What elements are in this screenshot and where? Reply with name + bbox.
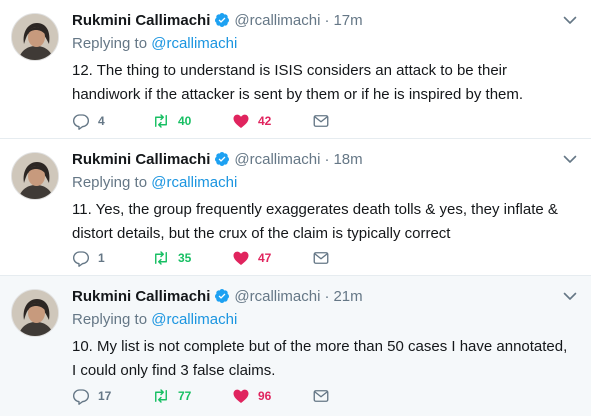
verified-badge-icon bbox=[214, 288, 230, 304]
chevron-down-icon[interactable] bbox=[562, 151, 578, 167]
separator-dot: · bbox=[324, 11, 330, 29]
tweet-header: Rukmini Callimachi @rcallimachi · 21m bbox=[72, 286, 363, 306]
replying-to: Replying to @rcallimachi bbox=[72, 35, 237, 52]
reply-icon bbox=[72, 251, 90, 267]
avatar-image bbox=[12, 153, 58, 199]
tweet-timestamp[interactable]: 18m bbox=[333, 151, 362, 168]
like-button[interactable]: 96 bbox=[232, 387, 312, 405]
reply-icon bbox=[72, 114, 90, 130]
chevron-down-icon[interactable] bbox=[562, 288, 578, 304]
tweet-actions: 4 40 42 bbox=[72, 111, 392, 131]
retweet-icon bbox=[155, 251, 167, 265]
like-button[interactable]: 47 bbox=[232, 249, 312, 267]
replying-to-mention[interactable]: @rcallimachi bbox=[151, 311, 237, 328]
avatar[interactable] bbox=[11, 152, 59, 200]
author-handle[interactable]: @rcallimachi bbox=[234, 12, 320, 29]
author-handle[interactable]: @rcallimachi bbox=[234, 151, 320, 168]
tweet-2[interactable]: Rukmini Callimachi @rcallimachi · 18m Re… bbox=[0, 139, 591, 276]
replying-to-mention[interactable]: @rcallimachi bbox=[151, 35, 237, 52]
tweet-text: 10. My list is not complete but of the m… bbox=[72, 338, 568, 379]
tweet-actions: 1 35 47 bbox=[72, 248, 392, 268]
chevron-down-icon[interactable] bbox=[562, 12, 578, 28]
like-count: 47 bbox=[258, 251, 272, 265]
reply-count: 4 bbox=[98, 114, 105, 128]
tweet-text: 12. The thing to understand is ISIS cons… bbox=[72, 62, 524, 103]
tweet-timeline: Rukmini Callimachi @rcallimachi · 17m Re… bbox=[0, 0, 591, 416]
author-name[interactable]: Rukmini Callimachi bbox=[72, 12, 210, 29]
separator-dot: · bbox=[324, 287, 330, 305]
retweet-count: 40 bbox=[178, 114, 192, 128]
author-name[interactable]: Rukmini Callimachi bbox=[72, 288, 210, 305]
retweet-button[interactable]: 35 bbox=[152, 249, 232, 267]
heart-icon bbox=[233, 114, 249, 128]
envelope-icon bbox=[312, 249, 330, 267]
like-count: 42 bbox=[258, 114, 272, 128]
like-button[interactable]: 42 bbox=[232, 112, 312, 130]
replying-to-mention[interactable]: @rcallimachi bbox=[151, 174, 237, 191]
heart-icon bbox=[233, 251, 249, 265]
replying-to-label: Replying to bbox=[72, 35, 152, 52]
avatar[interactable] bbox=[11, 289, 59, 337]
heart-icon bbox=[233, 389, 249, 403]
reply-icon bbox=[72, 389, 90, 405]
author-handle[interactable]: @rcallimachi bbox=[234, 288, 320, 305]
reply-button[interactable]: 17 bbox=[72, 387, 152, 405]
retweet-count: 35 bbox=[178, 251, 192, 265]
replying-to-label: Replying to bbox=[72, 174, 152, 191]
tweet-header: Rukmini Callimachi @rcallimachi · 18m bbox=[72, 149, 363, 169]
retweet-button[interactable]: 77 bbox=[152, 387, 232, 405]
reply-button[interactable]: 1 bbox=[72, 249, 152, 267]
envelope-icon bbox=[312, 387, 330, 405]
retweet-icon bbox=[155, 114, 167, 128]
tweet-header: Rukmini Callimachi @rcallimachi · 17m bbox=[72, 10, 363, 30]
replying-to-label: Replying to bbox=[72, 311, 152, 328]
tweet-timestamp[interactable]: 17m bbox=[333, 12, 362, 29]
tweet-3[interactable]: Rukmini Callimachi @rcallimachi · 21m Re… bbox=[0, 276, 591, 416]
avatar[interactable] bbox=[11, 13, 59, 61]
tweet-timestamp[interactable]: 21m bbox=[333, 288, 362, 305]
avatar-image bbox=[12, 14, 58, 60]
direct-message-button[interactable] bbox=[312, 112, 392, 130]
envelope-icon bbox=[312, 112, 330, 130]
avatar-image bbox=[12, 290, 58, 336]
separator-dot: · bbox=[324, 150, 330, 168]
replying-to: Replying to @rcallimachi bbox=[72, 174, 237, 191]
reply-count: 17 bbox=[98, 389, 112, 403]
like-count: 96 bbox=[258, 389, 272, 403]
verified-badge-icon bbox=[214, 151, 230, 167]
direct-message-button[interactable] bbox=[312, 387, 392, 405]
reply-count: 1 bbox=[98, 251, 105, 265]
replying-to: Replying to @rcallimachi bbox=[72, 311, 237, 328]
retweet-count: 77 bbox=[178, 389, 192, 403]
tweet-actions: 17 77 96 bbox=[72, 386, 392, 406]
verified-badge-icon bbox=[214, 12, 230, 28]
reply-button[interactable]: 4 bbox=[72, 112, 152, 130]
tweet-text: 11. Yes, the group frequently exaggerate… bbox=[72, 201, 558, 242]
author-name[interactable]: Rukmini Callimachi bbox=[72, 151, 210, 168]
direct-message-button[interactable] bbox=[312, 249, 392, 267]
retweet-button[interactable]: 40 bbox=[152, 112, 232, 130]
retweet-icon bbox=[155, 389, 167, 403]
tweet-1[interactable]: Rukmini Callimachi @rcallimachi · 17m Re… bbox=[0, 0, 591, 139]
